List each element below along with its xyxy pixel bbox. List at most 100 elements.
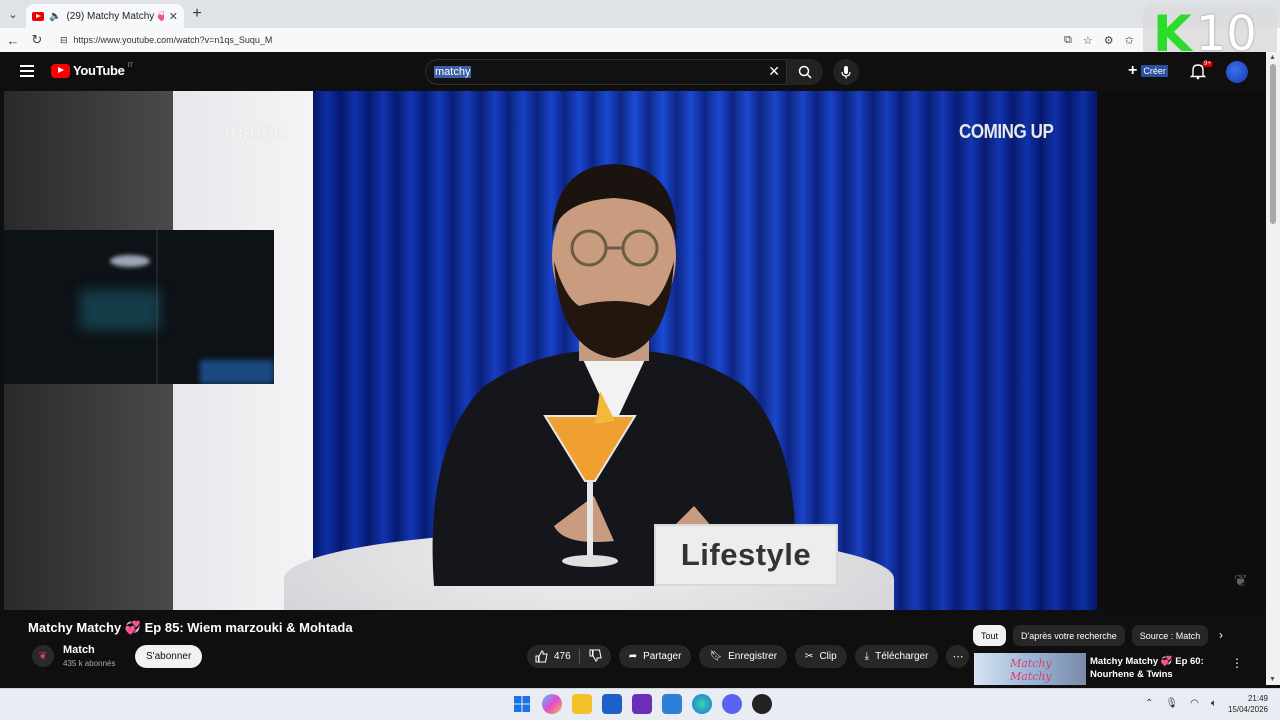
recommended-video-menu-icon[interactable]: ⋮ xyxy=(1231,656,1243,670)
download-icon: ⤓ xyxy=(864,651,870,662)
video-info-section: Matchy Matchy 💞 Ep 85: Wiem marzouki & M… xyxy=(4,610,1266,685)
video-player[interactable]: match COMING UP Lifestyle ❦ xyxy=(4,91,1266,610)
reload-icon[interactable]: ↻ xyxy=(30,32,44,48)
tab-close-icon[interactable]: ✕ xyxy=(169,10,178,23)
search-icon xyxy=(798,65,812,79)
coming-up-text: COMING UP xyxy=(959,121,1054,143)
match-watermark-icon: ❦ xyxy=(1234,573,1248,590)
microphone-icon xyxy=(841,66,851,79)
clip-button[interactable]: ✂ Clip xyxy=(795,645,847,668)
scrollbar-thumb[interactable] xyxy=(1270,64,1276,224)
thumbnail-text: Matchy Matchy xyxy=(1010,657,1052,683)
page-scrollbar[interactable]: ▲ ▼ xyxy=(1266,52,1280,685)
channel-name[interactable]: Match xyxy=(63,644,95,656)
clock-time: 21:49 xyxy=(1247,694,1268,703)
search-button[interactable] xyxy=(787,59,823,85)
create-button[interactable]: + Créer xyxy=(1128,62,1168,80)
like-count: 476 xyxy=(554,651,571,662)
account-avatar[interactable] xyxy=(1226,61,1248,83)
favorites-icon[interactable]: ✩ xyxy=(1125,34,1134,47)
video-right-backdrop xyxy=(1097,91,1266,610)
scissors-icon: ✂ xyxy=(805,651,814,662)
chevron-right-icon[interactable]: › xyxy=(1219,628,1223,642)
channel-subscriber-count: 435 k abonnés xyxy=(63,659,116,668)
match-overlay-logo: match xyxy=(224,119,287,144)
youtube-logo[interactable]: YouTube IT xyxy=(51,63,133,78)
tray-chevron-icon[interactable]: ⌃ xyxy=(1145,698,1153,709)
youtube-play-icon xyxy=(51,63,70,78)
region-code: IT xyxy=(127,62,133,69)
youtube-header: YouTube IT matchy ✕ + Créer 9+ xyxy=(4,52,1266,91)
app-icon-purple[interactable] xyxy=(632,694,652,714)
share-arrow-icon: ➦ xyxy=(628,651,638,662)
tab-list-chevron-icon[interactable]: ⌄ xyxy=(0,0,26,28)
windows-start-icon[interactable] xyxy=(512,694,532,714)
tab-title: (29) Matchy Matchy 💞 Ep 85 xyxy=(66,10,164,22)
thumbs-up-icon xyxy=(535,650,548,663)
file-explorer-icon[interactable] xyxy=(572,694,592,714)
browser-address-bar: ← ↻ ⊟ https://www.youtube.com/watch?v=n1… xyxy=(0,28,1280,52)
share-button[interactable]: ➦ Partager xyxy=(618,645,692,668)
channel-avatar[interactable]: ❦ xyxy=(32,645,54,667)
voice-search-button[interactable] xyxy=(833,59,859,85)
recommendation-filter-chips: Tout D'après votre recherche Source : Ma… xyxy=(973,625,1209,646)
video-actions-row: 476 ➦ Partager 🔖︎ Enregistrer ✂ Clip ⤓ T… xyxy=(527,645,970,668)
chip-related-to-search[interactable]: D'après votre recherche xyxy=(1013,625,1125,646)
copilot-icon[interactable] xyxy=(542,694,562,714)
scroll-down-icon[interactable]: ▼ xyxy=(1269,676,1276,683)
clock-date: 15/04/2026 xyxy=(1227,705,1268,714)
chip-from-source[interactable]: Source : Match xyxy=(1131,625,1209,646)
favorite-star-icon[interactable]: ☆ xyxy=(1083,34,1093,47)
like-button[interactable]: 476 xyxy=(527,649,580,664)
video-title: Matchy Matchy 💞 Ep 85: Wiem marzouki & M… xyxy=(28,620,353,635)
browser-tab[interactable]: 🔈 (29) Matchy Matchy 💞 Ep 85 ✕ xyxy=(26,4,184,28)
lifestyle-sign: Lifestyle xyxy=(654,524,838,586)
volume-icon[interactable]: 🔈︎ xyxy=(1211,698,1217,709)
search-input[interactable]: matchy ✕ xyxy=(425,59,787,85)
reading-mode-icon[interactable]: ⧉ xyxy=(1064,34,1072,47)
recommended-video-thumbnail[interactable]: Matchy Matchy xyxy=(974,653,1086,685)
system-clock[interactable]: 21:49 15/04/2026 xyxy=(1222,693,1268,715)
clear-search-icon[interactable]: ✕ xyxy=(768,63,780,80)
search-query: matchy xyxy=(434,66,472,78)
cocktail-glass-illustration xyxy=(543,391,637,567)
back-arrow-icon[interactable]: ← xyxy=(6,33,20,48)
plus-icon: + xyxy=(1128,62,1138,79)
save-button[interactable]: 🔖︎ Enregistrer xyxy=(699,645,788,668)
heart-emoji-icon: 💞 xyxy=(1160,656,1173,667)
outlook-icon[interactable] xyxy=(662,694,682,714)
create-label: Créer xyxy=(1141,65,1168,77)
download-button[interactable]: ⤓ Télécharger xyxy=(854,645,939,668)
thumbs-down-icon xyxy=(589,649,602,662)
wifi-icon[interactable]: ◠ xyxy=(1190,698,1199,709)
streamer-webcam-overlay xyxy=(4,230,274,384)
store-icon[interactable] xyxy=(602,694,622,714)
app-icon-dark[interactable] xyxy=(752,694,772,714)
edge-browser-icon[interactable] xyxy=(692,694,712,714)
menu-hamburger-icon[interactable] xyxy=(20,65,34,77)
chip-all[interactable]: Tout xyxy=(973,625,1007,646)
browser-tab-bar: ⌄ 🔈 (29) Matchy Matchy 💞 Ep 85 ✕ + xyxy=(0,0,1280,28)
scroll-up-icon[interactable]: ▲ xyxy=(1269,54,1276,61)
audio-playing-icon[interactable]: 🔈 xyxy=(49,11,61,22)
youtube-wordmark: YouTube xyxy=(73,63,125,78)
system-tray: ⌃ 🎙︎ ◠ 🔈︎ xyxy=(1145,698,1217,709)
extensions-icon[interactable]: ⚙ xyxy=(1104,34,1114,47)
subscribe-button[interactable]: S'abonner xyxy=(135,645,203,668)
heart-emoji-icon: 💞 xyxy=(124,620,142,635)
like-dislike-group: 476 xyxy=(527,645,611,668)
dislike-button[interactable] xyxy=(580,649,611,665)
url-text: https://www.youtube.com/watch?v=n1qs_Suq… xyxy=(73,35,273,45)
k10-number: 10 xyxy=(1195,6,1257,62)
youtube-favicon-icon xyxy=(32,11,44,21)
microphone-tray-icon[interactable]: 🎙︎ xyxy=(1165,698,1178,709)
recommended-video-title[interactable]: Matchy Matchy 💞 Ep 60: Nourhene & Twins xyxy=(1090,655,1210,681)
new-tab-button[interactable]: + xyxy=(184,5,210,23)
url-field[interactable]: ⊟ https://www.youtube.com/watch?v=n1qs_S… xyxy=(54,30,1054,50)
notifications-badge: 9+ xyxy=(1202,61,1213,67)
site-info-icon[interactable]: ⊟ xyxy=(60,35,68,46)
windows-taskbar: ⌃ 🎙︎ ◠ 🔈︎ 21:49 15/04/2026 xyxy=(0,688,1280,720)
discord-icon[interactable] xyxy=(722,694,742,714)
more-actions-icon[interactable]: ⋯ xyxy=(946,645,970,668)
bookmark-icon: 🔖︎ xyxy=(709,651,723,662)
